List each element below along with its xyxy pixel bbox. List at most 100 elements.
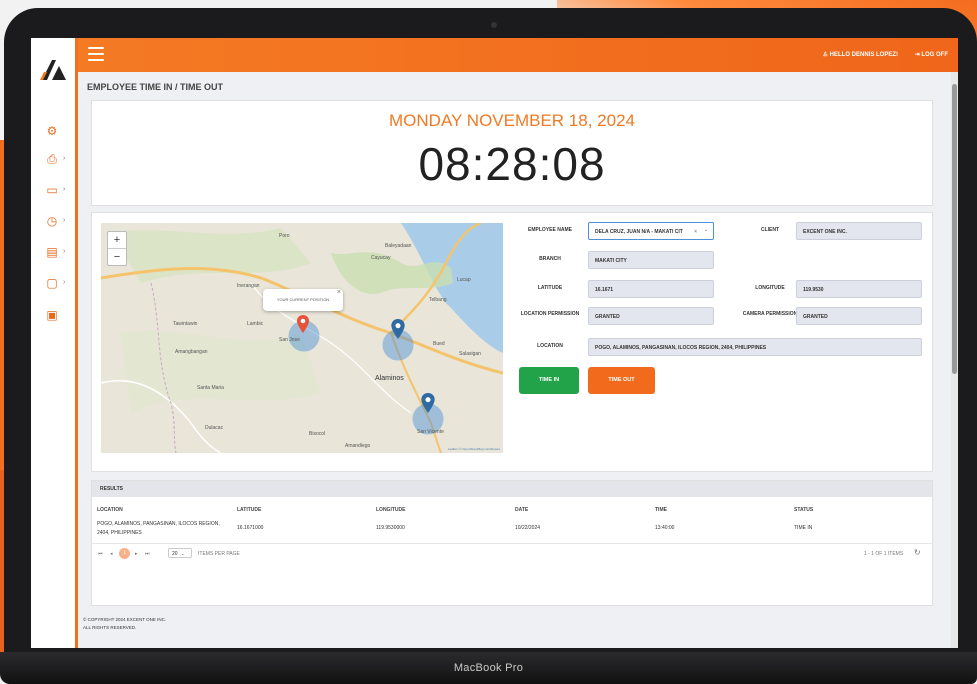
folder-icon[interactable]: ▢ <box>45 276 59 290</box>
popup-close-icon[interactable]: × <box>337 282 341 304</box>
first-page-icon[interactable]: ⏮ <box>98 551 103 557</box>
map-attribution[interactable]: Leaflet | © OpenStreetMap contributors <box>448 447 500 451</box>
clock-card: MONDAY NOVEMBER 18, 2024 08:28:08 <box>91 100 933 206</box>
time-entry-card: + − YOUR CURRENT POSITION × Poro Baleyad… <box>91 212 933 472</box>
location-permission-label: LOCATION PERMISSION <box>520 311 580 317</box>
chevron-right-icon: › <box>63 279 66 286</box>
top-bar: ♙ HELLO DENNIS LOPEZ! ⇥ LOG OFF <box>78 38 958 72</box>
chevron-right-icon: › <box>63 248 66 255</box>
chevron-right-icon: › <box>63 155 66 162</box>
clock-icon[interactable]: ◷ <box>45 214 59 228</box>
user-greeting[interactable]: ♙ HELLO DENNIS LOPEZ! <box>823 51 898 58</box>
app-screen: ⚙ ⎙ › ▭ › ◷ › ▤ › ▢ › ▣ ♙ HELLO DENNIS L… <box>31 38 958 648</box>
scrollbar-thumb[interactable] <box>952 84 957 374</box>
results-header: RESULTS <box>92 481 932 497</box>
column-header-date[interactable]: DATE <box>515 507 528 513</box>
dashboard-gear-icon[interactable]: ⚙ <box>45 124 59 138</box>
results-card: RESULTS LOCATION LATITUDE LONGITUDE DATE… <box>91 480 933 606</box>
map-place-label: Poro <box>279 233 290 239</box>
column-header-longitude[interactable]: LONGITUDE <box>376 507 405 513</box>
location-map[interactable]: + − YOUR CURRENT POSITION × Poro Baleyad… <box>101 223 503 453</box>
map-popup: YOUR CURRENT POSITION × <box>263 289 343 311</box>
location-marker-icon[interactable] <box>391 319 405 339</box>
map-place-label: Alaminos <box>375 375 404 382</box>
map-place-label: Lambic <box>247 321 264 327</box>
document-icon[interactable]: ▣ <box>45 308 59 322</box>
prev-page-icon[interactable]: ◂ <box>110 551 113 557</box>
column-header-latitude[interactable]: LATITUDE <box>237 507 261 513</box>
cell-status: TIME IN <box>794 525 813 531</box>
map-place-label: Santa Maria <box>197 385 224 391</box>
pager-summary: 1 - 1 OF 1 ITEMS <box>864 551 904 557</box>
location-label: LOCATION <box>537 343 563 349</box>
time-out-button[interactable]: TIME OUT <box>588 367 655 394</box>
current-time: 08:28:08 <box>418 138 606 190</box>
map-popup-text: YOUR CURRENT POSITION <box>276 297 330 302</box>
map-place-label: Salasigan <box>459 351 481 357</box>
location-permission-field: GRANTED <box>588 307 714 325</box>
location-marker-icon[interactable] <box>421 393 435 413</box>
chevron-down-icon: ⌄ <box>180 551 185 556</box>
client-field: EXCENT ONE INC. <box>796 222 922 240</box>
refresh-icon[interactable]: ↻ <box>914 548 921 557</box>
hamburger-menu-icon[interactable] <box>88 47 104 61</box>
cell-date: 10/22/2024 <box>515 525 541 531</box>
cell-time: 13:40:00 <box>655 525 675 531</box>
page-size-value: 20 <box>172 551 178 557</box>
client-label: CLIENT <box>760 227 780 233</box>
employee-name-value: DELA CRUZ, JUAN N/A - MAKATI CIT <box>595 229 683 235</box>
page-number-button[interactable]: 1 <box>119 548 130 559</box>
calendar-icon[interactable]: ▭ <box>45 183 59 197</box>
map-place-label: San Jose <box>279 337 300 343</box>
branch-label: BRANCH <box>539 256 561 262</box>
map-place-label: Dulacac <box>205 425 224 431</box>
clear-icon[interactable]: × <box>694 223 697 241</box>
employee-name-select[interactable]: DELA CRUZ, JUAN N/A - MAKATI CIT × ⌄ <box>588 222 714 240</box>
column-header-status[interactable]: STATUS <box>794 507 813 513</box>
branch-field: MAKATI CITY <box>588 251 714 269</box>
logout-button[interactable]: ⇥ LOG OFF <box>915 51 948 58</box>
map-place-label: Bued <box>433 341 445 347</box>
map-place-label: Tawintawin <box>173 321 198 327</box>
rights-text: ALL RIGHTS RESERVED. <box>83 625 137 630</box>
camera-permission-field: GRANTED <box>796 307 922 325</box>
chevron-right-icon: › <box>63 217 66 224</box>
map-place-label: Amangbangan <box>175 349 208 355</box>
footer: © COPYRIGHT 2024 EXCENT ONE INC. ALL RIG… <box>83 616 166 632</box>
chevron-down-icon[interactable]: ⌄ <box>704 221 708 239</box>
report-icon[interactable]: ▤ <box>45 245 59 259</box>
page-size-select[interactable]: 20 ⌄ <box>168 548 192 558</box>
zoom-in-button[interactable]: + <box>108 232 126 249</box>
latitude-field: 16.1671 <box>588 280 714 298</box>
current-location-marker-icon[interactable] <box>297 315 309 333</box>
cell-latitude: 16.1671000 <box>237 525 264 531</box>
main-content: EMPLOYEE TIME IN / TIME OUT MONDAY NOVEM… <box>78 72 952 648</box>
longitude-field: 119.9530 <box>796 280 922 298</box>
longitude-label: LONGITUDE <box>755 285 785 291</box>
map-place-label: Baleyadaan <box>385 243 412 249</box>
column-header-time[interactable]: TIME <box>655 507 667 513</box>
employee-icon[interactable]: ⎙ <box>45 152 59 166</box>
webcam <box>491 22 497 28</box>
laptop-model-label: MacBook Pro <box>453 662 524 674</box>
user-icon: ♙ <box>822 52 830 58</box>
column-header-location[interactable]: LOCATION <box>97 507 123 513</box>
map-place-label: Lucap <box>457 277 471 283</box>
map-place-label: Cayucay <box>371 255 391 261</box>
last-page-icon[interactable]: ⏭ <box>145 551 150 557</box>
page-scrollbar[interactable] <box>951 72 958 648</box>
map-place-label: Telbang <box>429 297 447 303</box>
time-in-button[interactable]: TIME IN <box>519 367 579 394</box>
row-divider <box>92 543 932 544</box>
map-place-label: Inerangan <box>237 283 260 289</box>
zoom-out-button[interactable]: − <box>108 249 126 265</box>
next-page-icon[interactable]: ▸ <box>135 551 138 557</box>
cell-longitude: 119.9530000 <box>376 525 405 531</box>
map-tiles <box>101 223 503 453</box>
location-field: POGO, ALAMINOS, PANGASINAN, ILOCOS REGIO… <box>588 338 922 356</box>
map-place-label: San Vicente <box>417 429 444 435</box>
app-logo <box>40 60 66 80</box>
latitude-label: LATITUDE <box>537 285 563 291</box>
copyright-text: © COPYRIGHT 2024 EXCENT ONE INC. <box>83 617 167 622</box>
camera-permission-label: CAMERA PERMISSION <box>742 311 798 317</box>
